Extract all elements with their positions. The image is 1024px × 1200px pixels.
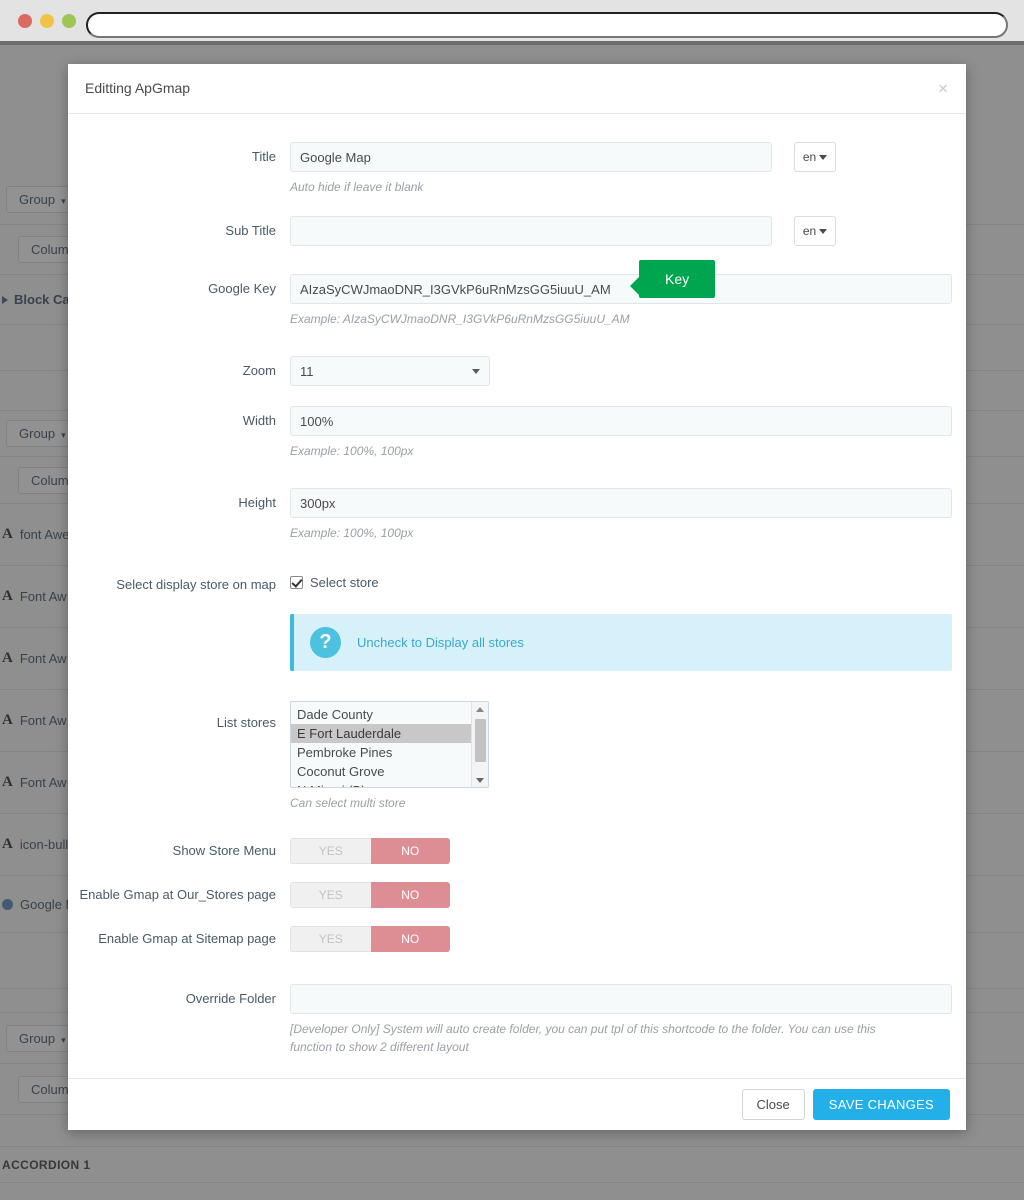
alert-spacer bbox=[68, 614, 290, 621]
scroll-down-arrow-icon[interactable] bbox=[472, 773, 488, 787]
modal-footer: Close SAVE CHANGES bbox=[68, 1078, 966, 1130]
height-help-text: Example: 100%, 100px bbox=[290, 526, 414, 540]
list-stores-listbox[interactable]: Dade County E Fort Lauderdale Pembroke Pin… bbox=[290, 701, 489, 788]
save-changes-button[interactable]: SAVE CHANGES bbox=[812, 1089, 950, 1120]
enable-gmap-our-stores-toggle[interactable]: YES NO bbox=[290, 882, 450, 908]
close-window-button[interactable] bbox=[18, 14, 32, 28]
field-row-enable-gmap-sitemap: Enable Gmap at Sitemap page YES NO bbox=[68, 926, 966, 952]
sub-title-input[interactable] bbox=[290, 216, 772, 246]
width-input[interactable] bbox=[290, 406, 952, 436]
maximize-window-button[interactable] bbox=[62, 14, 76, 28]
list-stores-help-text: Can select multi store bbox=[290, 796, 406, 810]
title-language-select[interactable]: en bbox=[794, 142, 836, 172]
chevron-down-icon bbox=[472, 368, 480, 374]
browser-chrome bbox=[0, 0, 1024, 41]
height-label: Height bbox=[238, 495, 276, 510]
title-input[interactable] bbox=[290, 142, 772, 172]
list-stores-scrollbar[interactable] bbox=[471, 702, 488, 787]
field-row-sub-title: Sub Title en bbox=[68, 216, 966, 246]
list-item[interactable]: E Fort Lauderdale bbox=[291, 724, 471, 743]
scrollbar-thumb[interactable] bbox=[475, 719, 486, 762]
window-controls bbox=[18, 14, 76, 28]
title-help-text: Auto hide if leave it blank bbox=[290, 180, 424, 194]
width-label: Width bbox=[242, 413, 276, 428]
zoom-select-value: 11 bbox=[300, 363, 314, 379]
select-store-label: Select display store on map bbox=[116, 577, 276, 592]
close-icon[interactable]: × bbox=[934, 76, 952, 101]
override-folder-label: Override Folder bbox=[185, 991, 276, 1006]
field-row-enable-gmap-our-stores: Enable Gmap at Our_Stores page YES NO bbox=[68, 882, 966, 908]
field-row-list-stores: List stores Dade County E Fort Lauderdale… bbox=[68, 701, 966, 812]
chevron-down-icon bbox=[819, 154, 828, 160]
show-store-menu-no[interactable]: NO bbox=[370, 838, 450, 864]
list-item[interactable]: N Miami (B) bbox=[291, 781, 471, 787]
field-row-title: Title en Auto hide if leave it blank bbox=[68, 142, 966, 196]
minimize-window-button[interactable] bbox=[40, 14, 54, 28]
scroll-up-arrow-icon[interactable] bbox=[472, 702, 488, 716]
chevron-down-icon bbox=[819, 228, 828, 234]
show-store-menu-yes[interactable]: YES bbox=[290, 838, 371, 864]
list-stores-label: List stores bbox=[216, 715, 276, 730]
field-row-zoom: Zoom 11 bbox=[68, 356, 966, 386]
edit-apgmap-modal: Editting ApGmap × Title en Auto hide if … bbox=[68, 64, 966, 1130]
field-row-google-key: Google Key Key Example: AIzaSyCWJmaoDNR_… bbox=[68, 260, 966, 328]
info-alert-text: Uncheck to Display all stores bbox=[357, 635, 524, 650]
sub-title-label: Sub Title bbox=[225, 223, 276, 238]
width-help-text: Example: 100%, 100px bbox=[290, 444, 414, 458]
field-row-show-store-menu: Show Store Menu YES NO bbox=[68, 838, 966, 864]
google-key-label: Google Key bbox=[208, 281, 276, 296]
info-alert: ? Uncheck to Display all stores bbox=[290, 614, 952, 671]
field-row-width: Width Example: 100%, 100px bbox=[68, 406, 966, 460]
field-row-alert: ? Uncheck to Display all stores bbox=[68, 614, 966, 671]
enable-gmap-sitemap-toggle[interactable]: YES NO bbox=[290, 926, 450, 952]
list-item[interactable]: Dade County bbox=[291, 705, 471, 724]
select-store-checkbox-label: Select store bbox=[310, 575, 379, 590]
title-language-value: en bbox=[802, 150, 817, 164]
address-bar[interactable] bbox=[86, 12, 1008, 38]
google-key-input[interactable] bbox=[290, 274, 952, 304]
modal-header: Editting ApGmap × bbox=[68, 64, 966, 114]
list-item[interactable]: Pembroke Pines bbox=[291, 743, 471, 762]
modal-body: Title en Auto hide if leave it blank Sub… bbox=[68, 114, 966, 1077]
zoom-label: Zoom bbox=[242, 363, 276, 378]
enable-gmap-sitemap-label: Enable Gmap at Sitemap page bbox=[98, 931, 276, 946]
override-folder-help-text: [Developer Only] System will auto create… bbox=[290, 1022, 876, 1054]
enable-gmap-our-stores-yes[interactable]: YES bbox=[290, 882, 371, 908]
modal-title: Editting ApGmap bbox=[85, 80, 191, 96]
show-store-menu-label: Show Store Menu bbox=[172, 843, 276, 858]
list-item[interactable]: Coconut Grove bbox=[291, 762, 471, 781]
sub-title-language-value: en bbox=[802, 224, 817, 238]
close-button[interactable]: Close bbox=[741, 1089, 805, 1120]
google-key-tooltip[interactable]: Key bbox=[629, 260, 716, 298]
title-label: Title bbox=[251, 149, 276, 164]
override-folder-input[interactable] bbox=[290, 984, 952, 1014]
enable-gmap-sitemap-yes[interactable]: YES bbox=[290, 926, 371, 952]
field-row-override-folder: Override Folder [Developer Only] System … bbox=[68, 984, 966, 1056]
select-store-checkbox[interactable] bbox=[290, 576, 303, 589]
field-row-height: Height Example: 100%, 100px bbox=[68, 488, 966, 542]
enable-gmap-our-stores-label: Enable Gmap at Our_Stores page bbox=[79, 887, 276, 902]
enable-gmap-sitemap-no[interactable]: NO bbox=[370, 926, 450, 952]
height-input[interactable] bbox=[290, 488, 952, 518]
google-key-help-text: Example: AIzaSyCWJmaoDNR_I3GVkP6uRnMzsGG… bbox=[290, 312, 630, 326]
question-mark-icon: ? bbox=[310, 627, 341, 658]
zoom-select[interactable]: 11 bbox=[290, 356, 490, 386]
show-store-menu-toggle[interactable]: YES NO bbox=[290, 838, 450, 864]
sub-title-language-select[interactable]: en bbox=[794, 216, 836, 246]
field-row-select-store: Select display store on map Select store bbox=[68, 570, 966, 592]
enable-gmap-our-stores-no[interactable]: NO bbox=[370, 882, 450, 908]
